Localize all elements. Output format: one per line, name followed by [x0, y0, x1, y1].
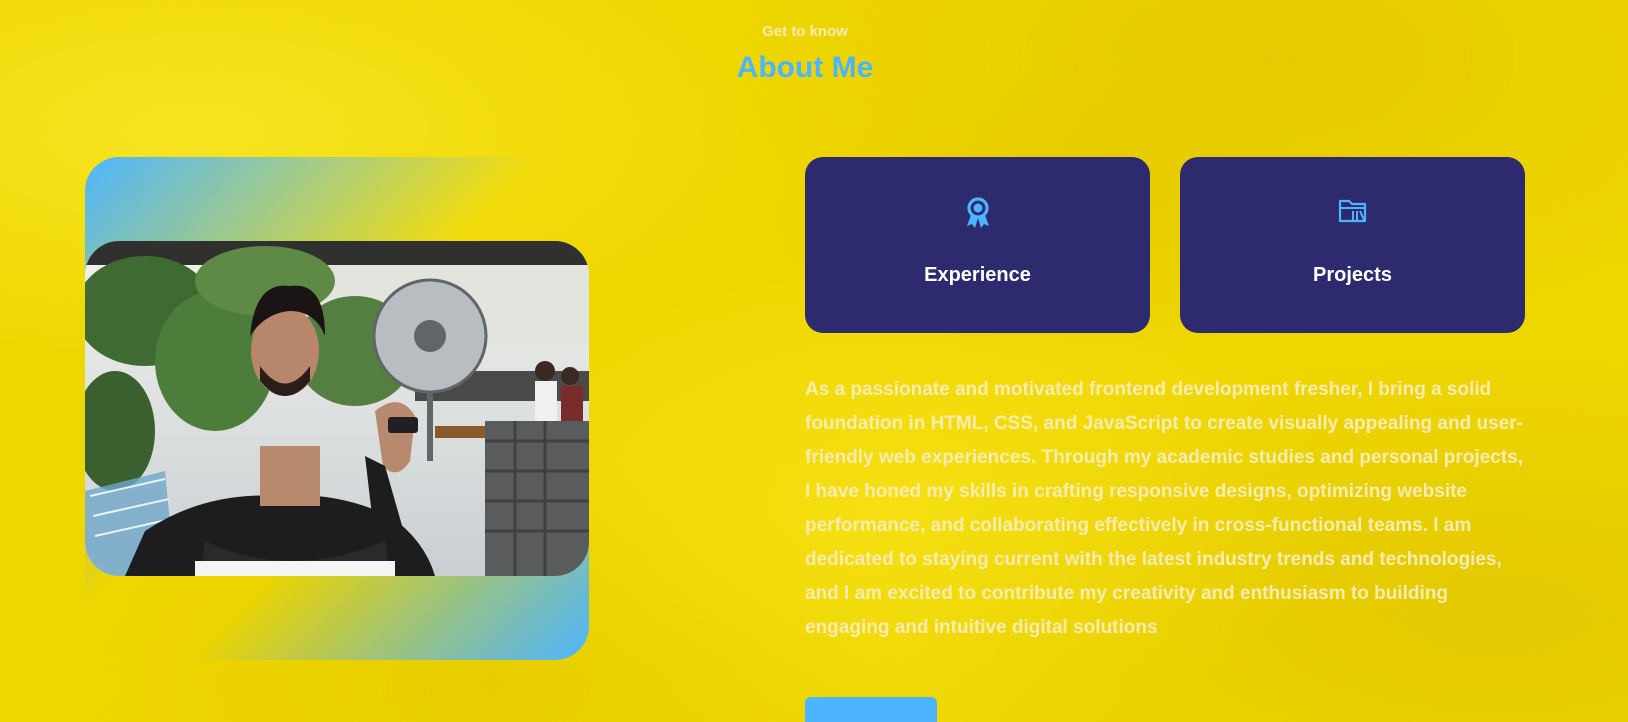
section-subtitle: Get to know	[762, 23, 848, 40]
award-icon	[805, 197, 1150, 229]
profile-photo	[85, 241, 589, 576]
photo-frame	[85, 157, 589, 660]
about-paragraph: As a passionate and motivated frontend d…	[805, 379, 1524, 638]
section-title: About Me	[736, 51, 874, 84]
experience-card[interactable]: Experience	[805, 157, 1150, 333]
section-header: Get to know About Me	[0, 22, 1610, 86]
folder-icon	[1180, 197, 1525, 229]
profile-photo-illustration	[85, 241, 589, 576]
experience-card-label: Experience	[924, 264, 1031, 286]
cta-button[interactable]	[805, 697, 937, 722]
projects-card[interactable]: Projects	[1180, 157, 1525, 333]
projects-card-label: Projects	[1313, 264, 1392, 286]
